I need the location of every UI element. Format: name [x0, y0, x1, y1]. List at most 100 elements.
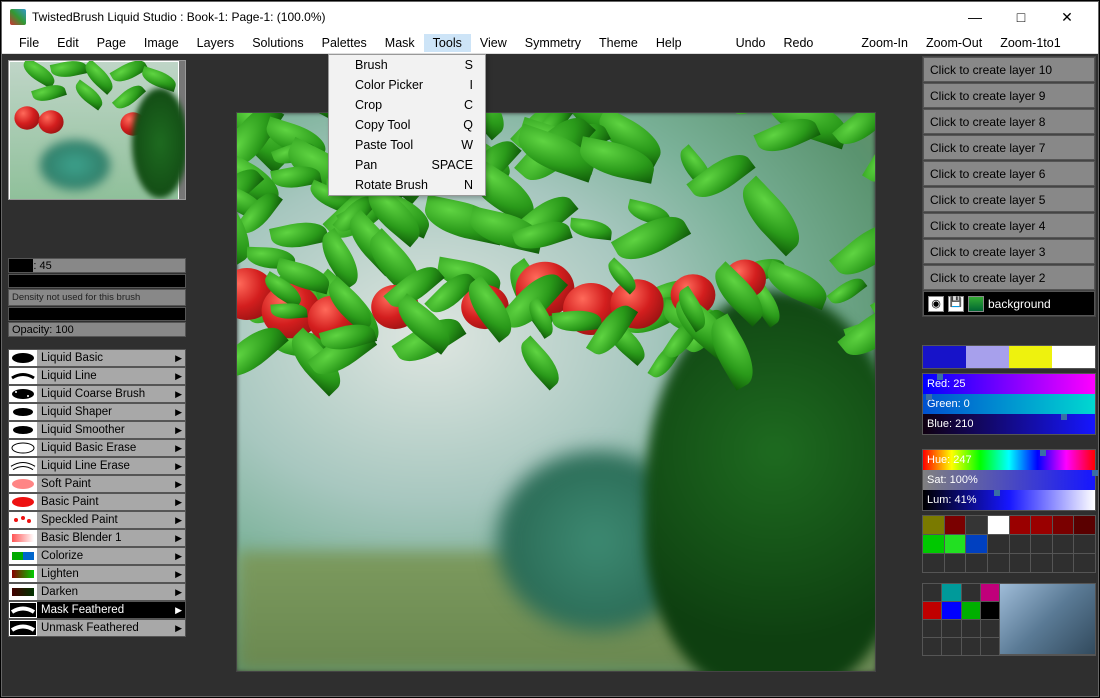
brush-soft-paint[interactable]: Soft Paint▶	[8, 475, 186, 493]
create-layer-button[interactable]: Click to create layer 2	[923, 265, 1095, 290]
brush-liquid-smoother[interactable]: Liquid Smoother▶	[8, 421, 186, 439]
palette-cell[interactable]	[1074, 516, 1095, 534]
menu-file[interactable]: File	[10, 34, 48, 52]
rgb-slider[interactable]: Red: 25	[923, 374, 1095, 394]
brush-liquid-basic[interactable]: Liquid Basic▶	[8, 349, 186, 367]
menu-symmetry[interactable]: Symmetry	[516, 34, 590, 52]
menu-help[interactable]: Help	[647, 34, 691, 52]
rgb-slider[interactable]: Blue: 210	[923, 414, 1095, 434]
tools-menu-brush[interactable]: BrushS	[329, 55, 485, 75]
menu-mask[interactable]: Mask	[376, 34, 424, 52]
brush-mask-feathered[interactable]: Mask Feathered▶	[8, 601, 186, 619]
palette-cell[interactable]	[1031, 554, 1052, 572]
palette-cell[interactable]	[923, 516, 944, 534]
mini-palette-cell[interactable]	[981, 602, 999, 619]
mini-palette-cell[interactable]	[923, 638, 941, 655]
brush-basic-blender-1[interactable]: Basic Blender 1▶	[8, 529, 186, 547]
mini-palette-cell[interactable]	[981, 584, 999, 601]
brush-darken[interactable]: Darken▶	[8, 583, 186, 601]
mini-palette-cell[interactable]	[942, 638, 960, 655]
create-layer-button[interactable]: Click to create layer 7	[923, 135, 1095, 160]
opacity-slider[interactable]: Opacity: 100	[8, 322, 186, 337]
palette-cell[interactable]	[966, 535, 987, 553]
palette-cell[interactable]	[923, 554, 944, 572]
mini-palette-cell[interactable]	[923, 620, 941, 637]
mini-palette-cell[interactable]	[981, 638, 999, 655]
current-layer[interactable]: ◉💾background	[923, 291, 1095, 316]
mini-palette-cell[interactable]	[923, 584, 941, 601]
menu-theme[interactable]: Theme	[590, 34, 647, 52]
density-slider[interactable]	[8, 274, 186, 288]
close-button[interactable]: ✕	[1044, 2, 1090, 32]
create-layer-button[interactable]: Click to create layer 10	[923, 57, 1095, 82]
swatch[interactable]	[1052, 346, 1095, 368]
palette-cell[interactable]	[1074, 554, 1095, 572]
tools-menu-color-picker[interactable]: Color PickerI	[329, 75, 485, 95]
palette-cell[interactable]	[966, 554, 987, 572]
menu-solutions[interactable]: Solutions	[243, 34, 312, 52]
brush-basic-paint[interactable]: Basic Paint▶	[8, 493, 186, 511]
mini-palette-cell[interactable]	[962, 620, 980, 637]
hsl-slider[interactable]: Lum: 41%	[923, 490, 1095, 510]
swatch[interactable]	[966, 346, 1009, 368]
brush-liquid-line-erase[interactable]: Liquid Line Erase▶	[8, 457, 186, 475]
palette-cell[interactable]	[988, 535, 1009, 553]
palette-cell[interactable]	[923, 535, 944, 553]
palette-cell[interactable]	[945, 554, 966, 572]
maximize-button[interactable]: □	[998, 2, 1044, 32]
brush-liquid-line[interactable]: Liquid Line▶	[8, 367, 186, 385]
mini-palette-cell[interactable]	[942, 620, 960, 637]
mini-palette-cell[interactable]	[962, 638, 980, 655]
action-zoom-in[interactable]: Zoom-In	[852, 34, 917, 52]
brush-lighten[interactable]: Lighten▶	[8, 565, 186, 583]
tools-menu-copy-tool[interactable]: Copy ToolQ	[329, 115, 485, 135]
palette-cell[interactable]	[1053, 516, 1074, 534]
rgb-slider[interactable]: Green: 0	[923, 394, 1095, 414]
eye-icon[interactable]: ◉	[928, 296, 944, 312]
hsl-slider[interactable]: Sat: 100%	[923, 470, 1095, 490]
menu-page[interactable]: Page	[88, 34, 135, 52]
swatch[interactable]	[1009, 346, 1052, 368]
palette-cell[interactable]	[1010, 535, 1031, 553]
mini-palette-cell[interactable]	[981, 620, 999, 637]
brush-liquid-coarse-brush[interactable]: Liquid Coarse Brush▶	[8, 385, 186, 403]
palette-cell[interactable]	[988, 516, 1009, 534]
brush-liquid-shaper[interactable]: Liquid Shaper▶	[8, 403, 186, 421]
palette-cell[interactable]	[945, 516, 966, 534]
palette-cell[interactable]	[1074, 535, 1095, 553]
menu-palettes[interactable]: Palettes	[313, 34, 376, 52]
palette-cell[interactable]	[1031, 535, 1052, 553]
hsl-slider[interactable]: Hue: 247	[923, 450, 1095, 470]
navigator-preview[interactable]	[8, 60, 186, 200]
mini-palette-cell[interactable]	[962, 584, 980, 601]
create-layer-button[interactable]: Click to create layer 4	[923, 213, 1095, 238]
tools-menu-pan[interactable]: PanSPACE	[329, 155, 485, 175]
brush-colorize[interactable]: Colorize▶	[8, 547, 186, 565]
mini-palette-cell[interactable]	[923, 602, 941, 619]
mini-palette-cell[interactable]	[942, 602, 960, 619]
action-zoom-out[interactable]: Zoom-Out	[917, 34, 991, 52]
palette-cell[interactable]	[1031, 516, 1052, 534]
brush-speckled-paint[interactable]: Speckled Paint▶	[8, 511, 186, 529]
palette-cell[interactable]	[1010, 516, 1031, 534]
palette-cell[interactable]	[1053, 535, 1074, 553]
create-layer-button[interactable]: Click to create layer 5	[923, 187, 1095, 212]
create-layer-button[interactable]: Click to create layer 9	[923, 83, 1095, 108]
create-layer-button[interactable]: Click to create layer 8	[923, 109, 1095, 134]
palette-cell[interactable]	[966, 516, 987, 534]
palette-cell[interactable]	[1053, 554, 1074, 572]
mini-palette-cell[interactable]	[942, 584, 960, 601]
mini-palette-cell[interactable]	[962, 602, 980, 619]
minimize-button[interactable]: —	[952, 2, 998, 32]
opacity-bar[interactable]	[8, 307, 186, 321]
palette-cell[interactable]	[988, 554, 1009, 572]
tools-menu-crop[interactable]: CropC	[329, 95, 485, 115]
menu-image[interactable]: Image	[135, 34, 188, 52]
create-layer-button[interactable]: Click to create layer 6	[923, 161, 1095, 186]
brush-liquid-basic-erase[interactable]: Liquid Basic Erase▶	[8, 439, 186, 457]
tools-menu-rotate-brush[interactable]: Rotate BrushN	[329, 175, 485, 195]
create-layer-button[interactable]: Click to create layer 3	[923, 239, 1095, 264]
tools-menu-paste-tool[interactable]: Paste ToolW	[329, 135, 485, 155]
menu-layers[interactable]: Layers	[188, 34, 244, 52]
palette-cell[interactable]	[1010, 554, 1031, 572]
